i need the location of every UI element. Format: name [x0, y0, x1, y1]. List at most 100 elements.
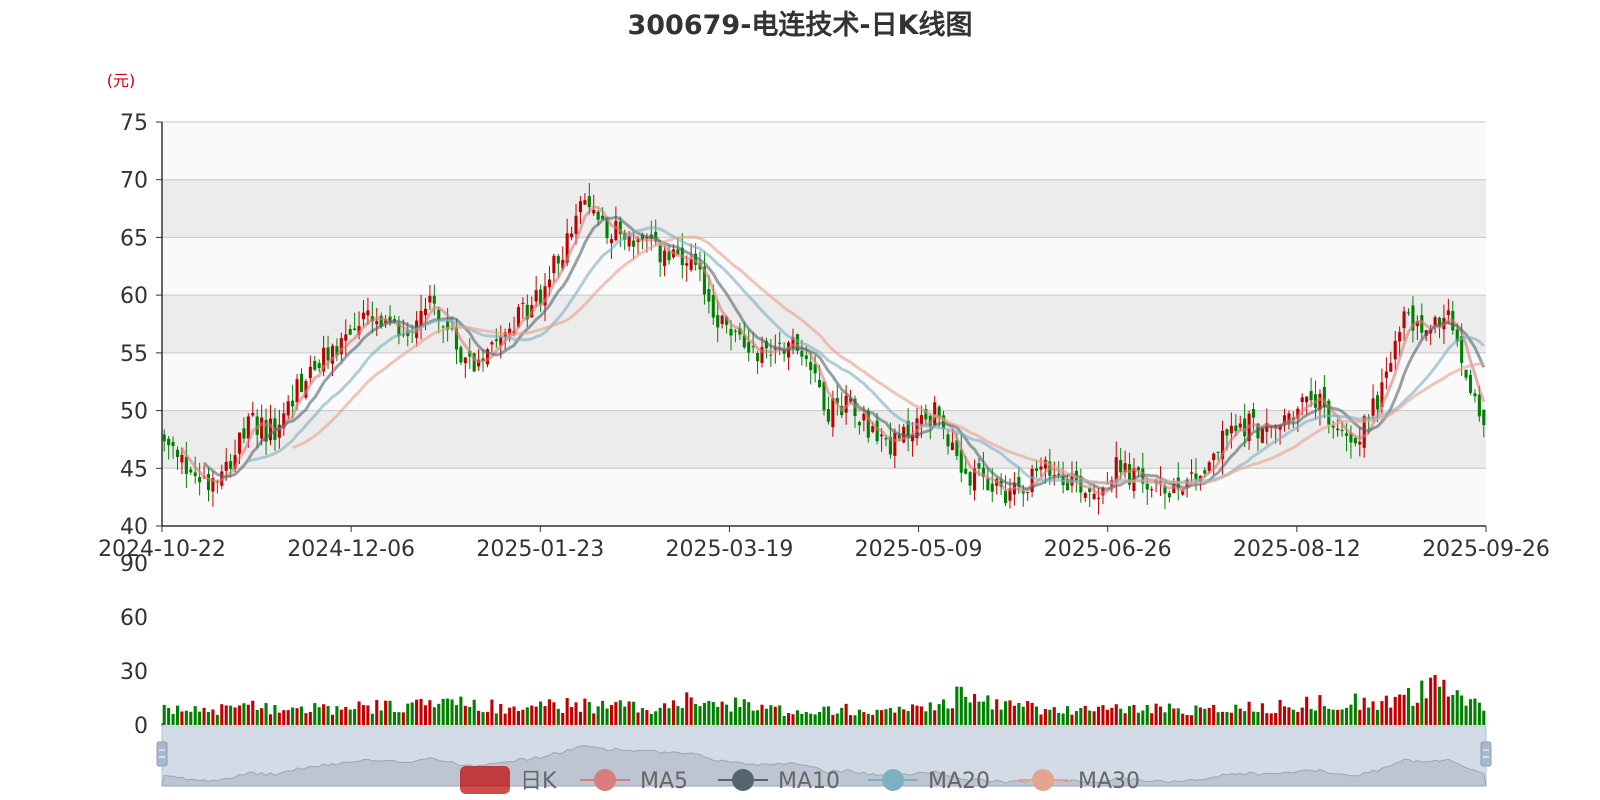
candle-body	[353, 328, 357, 331]
legend-dot-icon	[594, 769, 616, 791]
volume-bar	[1034, 706, 1039, 725]
volume-bar	[1154, 703, 1158, 725]
volume-bar	[1309, 708, 1313, 725]
volume-bar	[676, 706, 680, 725]
volume-bar	[928, 702, 932, 725]
volume-bar	[733, 697, 737, 725]
volume-bar	[193, 706, 197, 725]
price-tick-label: 70	[120, 169, 148, 194]
volume-bar	[1243, 711, 1247, 725]
price-tick-label: 65	[120, 226, 148, 251]
volume-bar	[1074, 711, 1078, 725]
volume-bar	[1216, 712, 1220, 725]
volume-tick-label: 60	[120, 606, 148, 631]
candle-body	[570, 233, 574, 238]
candle-body	[428, 295, 432, 303]
candle-body	[1389, 363, 1393, 372]
volume-bar	[233, 707, 237, 725]
volume-bar	[379, 710, 383, 725]
volume-bar	[1238, 708, 1242, 725]
volume-bar	[1057, 712, 1061, 725]
candle-body	[756, 353, 760, 362]
volume-bar	[1402, 694, 1406, 725]
candle-body	[180, 454, 184, 463]
volume-bar	[1189, 715, 1194, 725]
candle-body	[299, 373, 304, 393]
volume-bar	[1367, 707, 1371, 725]
volume-bar	[481, 712, 485, 725]
volume-bar	[299, 706, 304, 725]
volume-bar	[959, 686, 963, 725]
volume-bar	[738, 706, 742, 725]
volume-bar	[361, 705, 366, 725]
volume-bar	[1424, 698, 1428, 725]
volume-bar	[370, 713, 374, 725]
volume-bar	[175, 705, 180, 725]
volume-bar	[1371, 701, 1375, 725]
kline-chart: 300679-电连技术-日K线图 (元) 4045505560657075 20…	[98, 9, 1550, 794]
volume-bar	[1282, 706, 1287, 725]
volume-bar	[1256, 711, 1260, 725]
candle-body	[1344, 433, 1349, 436]
candle-body	[1057, 473, 1061, 475]
candle-body	[1305, 396, 1309, 403]
candle-body	[184, 456, 188, 474]
volume-bar	[180, 711, 184, 725]
volume-bar	[1141, 710, 1145, 725]
price-band	[162, 237, 1486, 296]
volume-bar	[933, 710, 937, 725]
volume-bar	[649, 713, 653, 725]
volume-bar	[1340, 709, 1344, 725]
candle-body	[1167, 493, 1171, 498]
volume-bar	[1446, 696, 1450, 725]
volume-bar	[1291, 709, 1295, 725]
volume-bar	[897, 706, 901, 725]
volume-bar	[1127, 706, 1132, 725]
zoom-right-handle[interactable]	[1480, 741, 1492, 767]
volume-bar	[857, 709, 861, 725]
candle-body	[490, 342, 494, 345]
volume-axis-ticks: 0 30 60 90	[120, 552, 163, 739]
volume-bar	[778, 705, 782, 725]
candle-body	[596, 211, 600, 220]
volume-bar	[1322, 706, 1326, 725]
legend-label: MA20	[928, 769, 990, 794]
volume-bar	[1331, 709, 1335, 725]
volume-bar	[246, 704, 250, 725]
volume-bar	[330, 714, 335, 725]
zoom-left-handle[interactable]	[156, 741, 168, 767]
candle-body	[1096, 497, 1101, 499]
volume-bar	[583, 698, 587, 725]
volume-bar	[990, 709, 994, 725]
price-tick-label: 75	[120, 111, 148, 136]
volume-bar	[317, 707, 321, 725]
candle-body	[348, 329, 352, 335]
volume-bar	[1061, 713, 1065, 725]
candle-body	[609, 239, 614, 244]
volume-bar	[530, 705, 534, 725]
volume-bar	[654, 711, 658, 725]
volume-tick-label: 30	[120, 660, 148, 685]
volume-bar	[1198, 707, 1202, 725]
volume-bar	[1411, 705, 1415, 725]
candle-body	[326, 347, 330, 361]
candle-body	[800, 350, 804, 357]
volume-bar	[468, 706, 472, 725]
volume-bar	[1185, 715, 1189, 725]
volume-bar	[694, 704, 698, 725]
volume-bar	[1207, 707, 1211, 725]
volume-bar	[919, 706, 923, 725]
volume-bar	[813, 714, 817, 725]
volume-bar	[592, 713, 596, 725]
x-tick-label: 2025-08-12	[1233, 537, 1361, 562]
volume-bar	[973, 693, 977, 725]
volume-bar	[884, 709, 888, 725]
volume-bar	[1437, 686, 1442, 725]
volume-bar	[1442, 679, 1446, 725]
volume-tick-label: 90	[120, 552, 148, 577]
volume-bar	[206, 711, 211, 725]
volume-bar	[446, 698, 450, 725]
volume-bar	[490, 699, 494, 725]
volume-bar	[742, 699, 746, 725]
volume-bar	[605, 708, 609, 725]
